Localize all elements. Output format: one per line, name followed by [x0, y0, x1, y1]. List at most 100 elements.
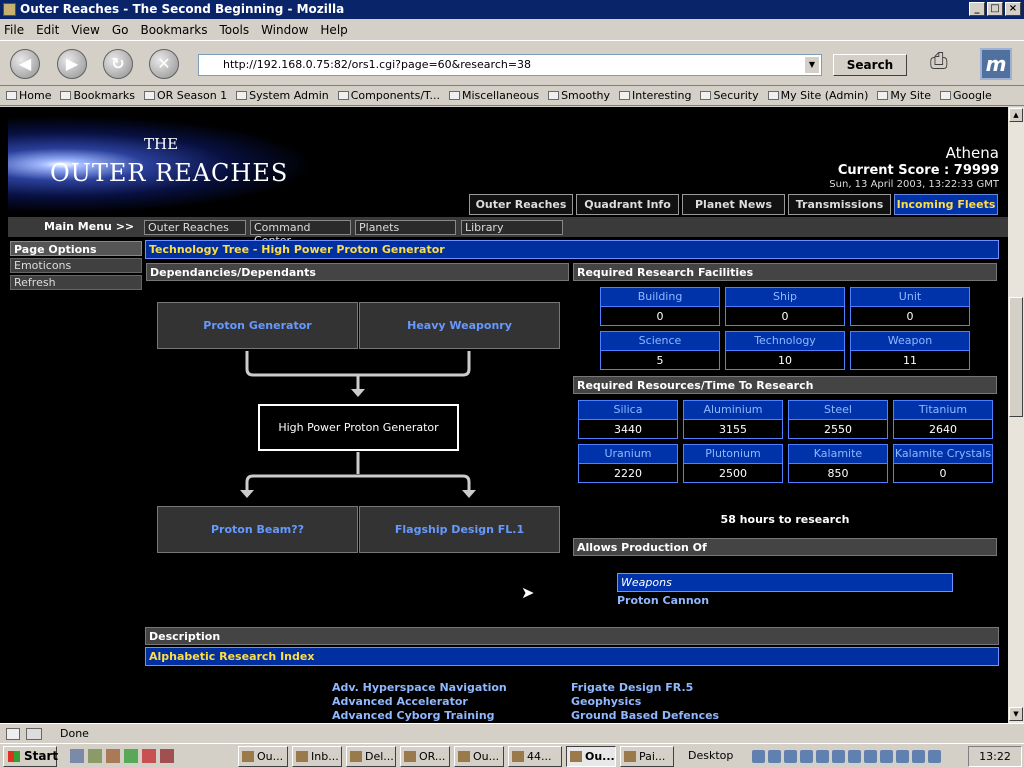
scroll-down-icon[interactable]: ▼: [1009, 707, 1023, 721]
quick-launch-icon[interactable]: [106, 749, 120, 763]
close-button[interactable]: ×: [1005, 2, 1021, 16]
tray-icon[interactable]: [928, 750, 941, 763]
parent-tech-link[interactable]: Proton Generator: [157, 302, 358, 349]
folder-icon: [143, 91, 155, 100]
menu-go[interactable]: Go: [112, 23, 129, 37]
bookmark-components[interactable]: Components/T...: [337, 89, 440, 102]
bookmark-security[interactable]: Security: [700, 89, 759, 102]
resource-cell: Silica 3440: [578, 400, 678, 439]
sidebar-item-refresh[interactable]: Refresh: [10, 275, 142, 290]
menu-bar: File Edit View Go Bookmarks Tools Window…: [0, 19, 1024, 40]
research-index-link[interactable]: Advanced Accelerator: [332, 695, 468, 708]
taskbar-button[interactable]: Ou...: [454, 746, 504, 767]
tab-quadrant-info[interactable]: Quadrant Info: [576, 194, 679, 215]
production-item-link[interactable]: Proton Cannon: [617, 594, 709, 607]
url-dropdown-icon[interactable]: ▼: [805, 57, 819, 73]
player-name: Athena: [945, 144, 999, 162]
research-index-link[interactable]: Adv. Hyperspace Navigation: [332, 681, 507, 694]
taskbar-button[interactable]: Inb...: [292, 746, 342, 767]
tray-icon[interactable]: [768, 750, 781, 763]
search-button[interactable]: Search: [833, 54, 907, 76]
quick-launch-icon[interactable]: [124, 749, 138, 763]
tray-icon[interactable]: [752, 750, 765, 763]
tray-icon[interactable]: [880, 750, 893, 763]
tab-transmissions[interactable]: Transmissions: [788, 194, 891, 215]
security-icon[interactable]: [6, 728, 20, 740]
quick-launch-icon[interactable]: [88, 749, 102, 763]
bookmark-miscellaneous[interactable]: Miscellaneous: [448, 89, 539, 102]
tray-icon[interactable]: [864, 750, 877, 763]
sidebar: Page Options Emoticons Refresh: [10, 241, 142, 290]
quick-launch-icon[interactable]: [142, 749, 156, 763]
bookmark-google[interactable]: Google: [940, 89, 992, 102]
quick-launch-icon[interactable]: [160, 749, 174, 763]
bookmark-my-site[interactable]: My Site: [877, 89, 931, 102]
taskbar-button[interactable]: OR...: [400, 746, 450, 767]
child-tech-link[interactable]: Flagship Design FL.1: [359, 506, 560, 553]
main-menu-label[interactable]: Main Menu >>: [44, 220, 134, 233]
bookmark-or-season-1[interactable]: OR Season 1: [143, 89, 227, 102]
parent-tech-link[interactable]: Heavy Weaponry: [359, 302, 560, 349]
current-score: Current Score : 79999: [837, 163, 999, 178]
bookmark-smoothy[interactable]: Smoothy: [548, 89, 610, 102]
menu-help[interactable]: Help: [320, 23, 347, 37]
research-index-link[interactable]: Frigate Design FR.5: [571, 681, 693, 694]
start-button[interactable]: Start: [3, 746, 58, 767]
sidebar-item-emoticons[interactable]: Emoticons: [10, 258, 142, 273]
bookmark-home[interactable]: Home: [6, 89, 51, 102]
bookmark-my-site-admin[interactable]: My Site (Admin): [767, 89, 868, 102]
menu-outer-reaches[interactable]: Outer Reaches: [144, 220, 246, 235]
offline-icon[interactable]: [26, 728, 42, 740]
tray-icon[interactable]: [848, 750, 861, 763]
windows-logo-icon: [8, 751, 20, 762]
taskbar-button[interactable]: Del...: [346, 746, 396, 767]
resource-cell: Aluminium 3155: [683, 400, 783, 439]
menu-window[interactable]: Window: [261, 23, 308, 37]
menu-tools[interactable]: Tools: [220, 23, 250, 37]
bookmark-bookmarks[interactable]: Bookmarks: [60, 89, 135, 102]
bookmark-system-admin[interactable]: System Admin: [236, 89, 329, 102]
back-icon[interactable]: ◀: [10, 49, 40, 79]
menu-planets[interactable]: Planets: [355, 220, 456, 235]
menu-command-center[interactable]: Command Center: [250, 220, 351, 247]
tab-incoming-fleets[interactable]: Incoming Fleets: [894, 194, 998, 215]
bookmark-interesting[interactable]: Interesting: [619, 89, 691, 102]
tray-icon[interactable]: [784, 750, 797, 763]
desktop-toolbar-label[interactable]: Desktop: [688, 749, 733, 762]
link-icon: [877, 91, 889, 100]
description-header: Description: [145, 627, 999, 645]
menu-bookmarks[interactable]: Bookmarks: [140, 23, 207, 37]
print-icon[interactable]: ⎙: [930, 49, 964, 77]
research-index-link[interactable]: Advanced Cyborg Training: [332, 709, 495, 722]
taskbar-button[interactable]: 44...: [508, 746, 562, 767]
vertical-scrollbar[interactable]: ▲ ▼: [1008, 107, 1024, 723]
tray-icon[interactable]: [832, 750, 845, 763]
taskbar-button-active[interactable]: Ou...: [566, 746, 616, 767]
menu-library[interactable]: Library: [461, 220, 563, 235]
menu-file[interactable]: File: [4, 23, 24, 37]
stop-icon[interactable]: ✕: [149, 49, 179, 79]
tab-planet-news[interactable]: Planet News: [682, 194, 785, 215]
tray-icon[interactable]: [896, 750, 909, 763]
scroll-thumb[interactable]: [1009, 297, 1023, 417]
reload-icon[interactable]: ↻: [103, 49, 133, 79]
taskbar-button[interactable]: Pai...: [620, 746, 674, 767]
maximize-button[interactable]: □: [987, 2, 1003, 16]
menu-view[interactable]: View: [71, 23, 99, 37]
forward-icon[interactable]: ▶: [57, 49, 87, 79]
scroll-up-icon[interactable]: ▲: [1009, 108, 1023, 122]
tab-outer-reaches[interactable]: Outer Reaches: [469, 194, 573, 215]
tray-icon[interactable]: [800, 750, 813, 763]
research-index-link[interactable]: Ground Based Defences: [571, 709, 719, 722]
research-index-link[interactable]: Geophysics: [571, 695, 641, 708]
tray-icon[interactable]: [912, 750, 925, 763]
tray-icon[interactable]: [816, 750, 829, 763]
minimize-button[interactable]: _: [969, 2, 985, 16]
url-input[interactable]: http://192.168.0.75:82/ors1.cgi?page=60&…: [198, 54, 822, 76]
child-tech-link[interactable]: Proton Beam??: [157, 506, 358, 553]
menu-edit[interactable]: Edit: [36, 23, 59, 37]
quick-launch-icon[interactable]: [70, 749, 84, 763]
tech-title: Technology Tree - High Power Proton Gene…: [145, 240, 999, 259]
system-clock[interactable]: 13:22: [968, 746, 1022, 767]
taskbar-button[interactable]: Ou...: [238, 746, 288, 767]
